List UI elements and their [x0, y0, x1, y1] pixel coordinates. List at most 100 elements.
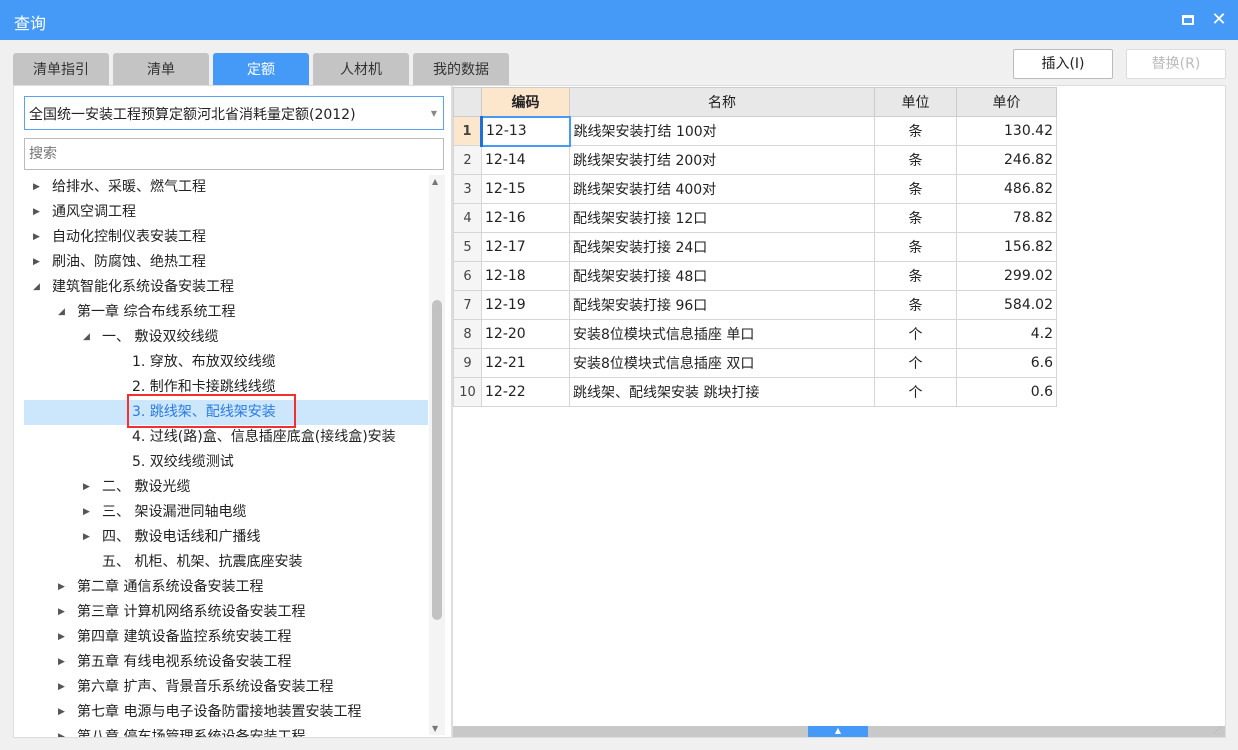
- unit-cell[interactable]: 条: [874, 290, 957, 320]
- expanded-arrow-icon[interactable]: ◢: [58, 300, 65, 325]
- name-cell[interactable]: 跳线架安装打结 400对: [569, 174, 875, 204]
- tree-scrollbar[interactable]: ▲ ▼: [429, 175, 445, 735]
- code-cell[interactable]: 12-20: [481, 319, 570, 349]
- row-number[interactable]: 5: [453, 232, 482, 262]
- library-select[interactable]: 全国统一安装工程预算定额河北省消耗量定额(2012) ▼: [24, 96, 444, 130]
- row-number[interactable]: 7: [453, 290, 482, 320]
- expanded-arrow-icon[interactable]: ◢: [83, 325, 90, 350]
- unit-cell[interactable]: 条: [874, 232, 957, 262]
- row-number[interactable]: 2: [453, 145, 482, 175]
- row-number[interactable]: 4: [453, 203, 482, 233]
- unit-cell[interactable]: 条: [874, 145, 957, 175]
- tree-node[interactable]: 1. 穿放、布放双绞线缆: [24, 350, 428, 375]
- code-cell[interactable]: 12-16: [481, 203, 570, 233]
- maximize-button[interactable]: [1176, 8, 1200, 32]
- row-number[interactable]: 6: [453, 261, 482, 291]
- price-cell[interactable]: 4.2: [956, 319, 1057, 349]
- price-cell[interactable]: 130.42: [956, 116, 1057, 146]
- collapsed-arrow-icon[interactable]: ▶: [33, 175, 40, 200]
- tree-node[interactable]: ◢ 一、 敷设双绞线缆: [24, 325, 428, 350]
- tree-node[interactable]: ▶ 刷油、防腐蚀、绝热工程: [24, 250, 428, 275]
- row-number[interactable]: 9: [453, 348, 482, 378]
- tab-quota[interactable]: 定额: [213, 53, 309, 85]
- name-cell[interactable]: 跳线架、配线架安装 跳块打接: [569, 377, 875, 407]
- price-cell[interactable]: 246.82: [956, 145, 1057, 175]
- collapsed-arrow-icon[interactable]: ▶: [83, 525, 90, 550]
- collapsed-arrow-icon[interactable]: ▶: [33, 250, 40, 275]
- tree-node[interactable]: ▶ 第五章 有线电视系统设备安装工程: [24, 650, 428, 675]
- unit-cell[interactable]: 个: [874, 348, 957, 378]
- price-cell[interactable]: 0.6: [956, 377, 1057, 407]
- replace-button[interactable]: 替换(R): [1126, 49, 1226, 79]
- collapsed-arrow-icon[interactable]: ▶: [58, 700, 65, 725]
- collapsed-arrow-icon[interactable]: ▶: [58, 675, 65, 700]
- price-cell[interactable]: 486.82: [956, 174, 1057, 204]
- row-number[interactable]: 3: [453, 174, 482, 204]
- row-number[interactable]: 1: [453, 116, 482, 146]
- unit-cell[interactable]: 条: [874, 261, 957, 291]
- column-header-name[interactable]: 名称: [569, 87, 875, 117]
- search-input[interactable]: [24, 138, 444, 170]
- code-cell[interactable]: 12-22: [481, 377, 570, 407]
- code-cell[interactable]: 12-17: [481, 232, 570, 262]
- tree-node[interactable]: ▶ 第八章 停车场管理系统设备安装工程: [24, 725, 428, 737]
- collapsed-arrow-icon[interactable]: ▶: [83, 475, 90, 500]
- tree-node[interactable]: ▶ 第四章 建筑设备监控系统安装工程: [24, 625, 428, 650]
- tree-node[interactable]: 5. 双绞线缆测试: [24, 450, 428, 475]
- collapsed-arrow-icon[interactable]: ▶: [58, 725, 65, 737]
- table-row[interactable]: 9 12-21 安装8位模块式信息插座 双口个 6.6: [453, 348, 1057, 378]
- close-button[interactable]: ✕: [1207, 8, 1231, 32]
- price-cell[interactable]: 6.6: [956, 348, 1057, 378]
- price-cell[interactable]: 156.82: [956, 232, 1057, 262]
- collapsed-arrow-icon[interactable]: ▶: [58, 625, 65, 650]
- name-cell[interactable]: 配线架安装打接 24口: [569, 232, 875, 262]
- tree-node[interactable]: ▶ 第三章 计算机网络系统设备安装工程: [24, 600, 428, 625]
- price-cell[interactable]: 299.02: [956, 261, 1057, 291]
- table-row[interactable]: 2 12-14 跳线架安装打结 200对条 246.82: [453, 145, 1057, 175]
- unit-cell[interactable]: 个: [874, 377, 957, 407]
- tree-node[interactable]: ▶ 四、 敷设电话线和广播线: [24, 525, 428, 550]
- tree-node[interactable]: ▶ 通风空调工程: [24, 200, 428, 225]
- tree-node[interactable]: ▶ 自动化控制仪表安装工程: [24, 225, 428, 250]
- name-cell[interactable]: 安装8位模块式信息插座 双口: [569, 348, 875, 378]
- row-number[interactable]: 10: [453, 377, 482, 407]
- collapsed-arrow-icon[interactable]: ▶: [33, 200, 40, 225]
- expanded-arrow-icon[interactable]: ◢: [33, 275, 40, 300]
- code-cell[interactable]: 12-19: [481, 290, 570, 320]
- insert-button[interactable]: 插入(I): [1013, 49, 1113, 79]
- row-number[interactable]: 8: [453, 319, 482, 349]
- tab-materials[interactable]: 人材机: [313, 53, 409, 85]
- name-cell[interactable]: 跳线架安装打结 100对: [569, 116, 875, 146]
- tree-node[interactable]: 4. 过线(路)盒、信息插座底盒(接线盒)安装: [24, 425, 428, 450]
- tree-node[interactable]: 五、 机柜、机架、抗震底座安装: [24, 550, 428, 575]
- name-cell[interactable]: 配线架安装打接 96口: [569, 290, 875, 320]
- collapsed-arrow-icon[interactable]: ▶: [83, 500, 90, 525]
- code-cell[interactable]: 12-21: [481, 348, 570, 378]
- tab-list-guide[interactable]: 清单指引: [13, 53, 109, 85]
- code-cell[interactable]: 12-15: [481, 174, 570, 204]
- code-cell[interactable]: 12-18: [481, 261, 570, 291]
- tree-node[interactable]: ▶ 给排水、采暖、燃气工程: [24, 175, 428, 200]
- table-row[interactable]: 8 12-20 安装8位模块式信息插座 单口个 4.2: [453, 319, 1057, 349]
- table-row[interactable]: 7 12-19 配线架安装打接 96口条 584.02: [453, 290, 1057, 320]
- tree-node[interactable]: ▶ 三、 架设漏泄同轴电缆: [24, 500, 428, 525]
- table-row[interactable]: 5 12-17 配线架安装打接 24口条 156.82: [453, 232, 1057, 262]
- column-header-unit[interactable]: 单位: [874, 87, 957, 117]
- collapsed-arrow-icon[interactable]: ▶: [58, 575, 65, 600]
- table-row[interactable]: 1 12-13 跳线架安装打结 100对条 130.42: [453, 115, 1057, 147]
- name-cell[interactable]: 配线架安装打接 48口: [569, 261, 875, 291]
- unit-cell[interactable]: 个: [874, 319, 957, 349]
- collapse-handle-icon[interactable]: ▲: [808, 726, 868, 737]
- price-cell[interactable]: 584.02: [956, 290, 1057, 320]
- table-row[interactable]: 4 12-16 配线架安装打接 12口条 78.82: [453, 203, 1057, 233]
- code-cell[interactable]: 12-13: [480, 115, 571, 147]
- name-cell[interactable]: 安装8位模块式信息插座 单口: [569, 319, 875, 349]
- table-row[interactable]: 10 12-22 跳线架、配线架安装 跳块打接个 0.6: [453, 377, 1057, 407]
- column-header-code[interactable]: 编码: [481, 87, 570, 117]
- scrollbar-thumb[interactable]: [432, 300, 442, 620]
- collapsed-arrow-icon[interactable]: ▶: [33, 225, 40, 250]
- code-cell[interactable]: 12-14: [481, 145, 570, 175]
- tree-node[interactable]: ▶ 第七章 电源与电子设备防雷接地装置安装工程: [24, 700, 428, 725]
- tab-my-data[interactable]: 我的数据: [413, 53, 509, 85]
- name-cell[interactable]: 配线架安装打接 12口: [569, 203, 875, 233]
